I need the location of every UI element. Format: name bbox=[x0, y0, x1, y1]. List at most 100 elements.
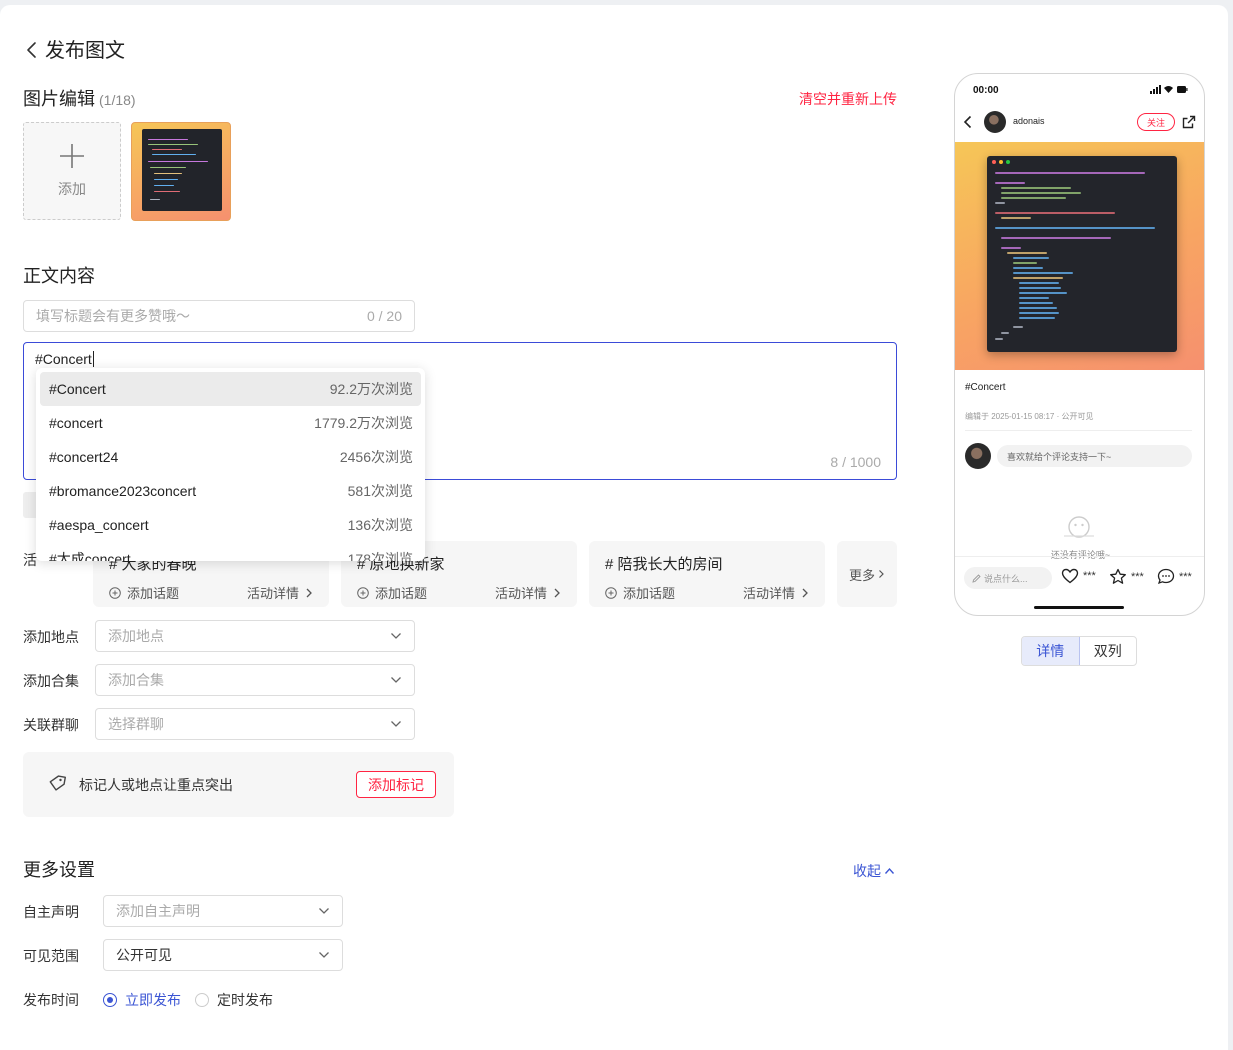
comment-prompt[interactable]: 喜欢就给个评论支持一下~ bbox=[997, 445, 1192, 467]
chevron-right-icon bbox=[879, 570, 884, 578]
add-topic-button[interactable]: 添加话题 bbox=[605, 583, 675, 602]
follow-button[interactable]: 关注 bbox=[1137, 113, 1175, 131]
publish-time-label: 发布时间 bbox=[23, 992, 79, 1008]
chevron-right-icon bbox=[802, 588, 808, 597]
radio-publish-now[interactable] bbox=[103, 993, 117, 1007]
more-settings-title: 更多设置 bbox=[23, 860, 95, 880]
title-placeholder: 填写标题会有更多赞哦～ bbox=[36, 308, 190, 324]
image-count: (1/18) bbox=[99, 92, 136, 108]
suggestion-item[interactable]: #太成concert 178次浏览 bbox=[40, 542, 421, 561]
tab-detail[interactable]: 详情 bbox=[1022, 637, 1080, 665]
preview-hashtag: #Concert bbox=[965, 382, 1006, 393]
preview-mode-toggle: 详情 双列 bbox=[1021, 636, 1137, 666]
suggestion-item[interactable]: #concert 1779.2万次浏览 bbox=[40, 406, 421, 440]
heart-icon bbox=[1061, 568, 1079, 584]
plus-circle-icon bbox=[357, 586, 369, 599]
tab-double-column[interactable]: 双列 bbox=[1080, 637, 1137, 665]
text-caret bbox=[92, 351, 94, 367]
like-action[interactable]: *** bbox=[1061, 568, 1096, 584]
mark-hint: 标记人或地点让重点突出 bbox=[79, 777, 233, 793]
add-image-label: 添加 bbox=[58, 181, 86, 197]
location-label: 添加地点 bbox=[23, 629, 79, 645]
activity-detail-link[interactable]: 活动详情 bbox=[743, 583, 809, 602]
share-icon[interactable] bbox=[1182, 115, 1196, 129]
more-activities-button[interactable]: 更多 bbox=[837, 541, 897, 607]
suggestion-item[interactable]: #Concert 92.2万次浏览 bbox=[40, 372, 421, 406]
activity-card[interactable]: # 陪我长大的房间 添加话题 活动详情 bbox=[589, 541, 825, 607]
plus-circle-icon bbox=[109, 586, 121, 599]
tag-icon bbox=[49, 775, 66, 791]
preview-meta: 编辑于 2025-01-15 08:17 · 公开可见 bbox=[965, 412, 1094, 421]
page-title: 发布图文 bbox=[45, 40, 125, 62]
chevron-right-icon bbox=[306, 588, 312, 597]
author-avatar bbox=[984, 111, 1006, 133]
chevron-down-icon bbox=[391, 633, 401, 639]
publish-time-options: 立即发布 定时发布 bbox=[103, 990, 273, 1010]
comment-action[interactable]: *** bbox=[1157, 568, 1192, 585]
group-chat-label: 关联群聊 bbox=[23, 717, 79, 733]
home-indicator bbox=[1034, 606, 1124, 609]
collapse-button[interactable]: 收起 bbox=[853, 861, 895, 881]
commenter-avatar bbox=[965, 443, 991, 469]
add-mark-button[interactable]: 添加标记 bbox=[356, 771, 436, 798]
collect-action[interactable]: *** bbox=[1109, 568, 1144, 585]
visibility-select[interactable]: 公开可见 bbox=[103, 939, 343, 971]
code-screenshot-thumb bbox=[142, 129, 222, 211]
author-username: adonais bbox=[1013, 116, 1045, 126]
title-input[interactable]: 填写标题会有更多赞哦～ 0 / 20 bbox=[23, 300, 415, 332]
empty-comments-icon bbox=[1064, 516, 1094, 538]
title-counter: 0 / 20 bbox=[366, 308, 402, 324]
back-arrow-icon[interactable] bbox=[22, 39, 44, 61]
publish-now-label[interactable]: 立即发布 bbox=[125, 990, 181, 1010]
body-text: #Concert bbox=[35, 351, 92, 367]
chevron-down-icon bbox=[319, 908, 329, 914]
collection-select[interactable]: 添加合集 bbox=[95, 664, 415, 696]
phone-preview: 00:00 adonais 关注 #Concert 编辑于 2025-01-15… bbox=[954, 73, 1205, 616]
image-thumbnail[interactable] bbox=[131, 122, 231, 221]
divider bbox=[965, 430, 1192, 431]
statement-select[interactable]: 添加自主声明 bbox=[103, 895, 343, 927]
status-icons bbox=[1150, 85, 1188, 96]
back-arrow-icon[interactable] bbox=[963, 115, 973, 129]
add-topic-button[interactable]: 添加话题 bbox=[357, 583, 427, 602]
suggestion-item[interactable]: #concert24 2456次浏览 bbox=[40, 440, 421, 474]
suggestion-item[interactable]: #aespa_concert 136次浏览 bbox=[40, 508, 421, 542]
pencil-icon bbox=[972, 573, 981, 583]
chevron-down-icon bbox=[319, 952, 329, 958]
group-chat-select[interactable]: 选择群聊 bbox=[95, 708, 415, 740]
add-image-button[interactable]: 添加 bbox=[23, 122, 121, 220]
visibility-label: 可见范围 bbox=[23, 948, 79, 964]
content-section-title: 正文内容 bbox=[23, 266, 95, 286]
chevron-up-icon bbox=[884, 867, 895, 874]
suggestion-item[interactable]: #bromance2023concert 581次浏览 bbox=[40, 474, 421, 508]
signal-wifi-battery-icon bbox=[1150, 85, 1188, 94]
code-screenshot bbox=[987, 156, 1177, 352]
add-topic-button[interactable]: 添加话题 bbox=[109, 583, 179, 602]
say-something-input[interactable]: 说点什么... bbox=[964, 567, 1052, 589]
mark-panel: 标记人或地点让重点突出 添加标记 bbox=[23, 752, 454, 817]
body-counter: 8 / 1000 bbox=[830, 454, 881, 470]
image-section-title: 图片编辑 (1/18) bbox=[23, 89, 136, 109]
chevron-down-icon bbox=[391, 721, 401, 727]
chevron-down-icon bbox=[391, 677, 401, 683]
chevron-right-icon bbox=[554, 588, 560, 597]
star-icon bbox=[1110, 568, 1126, 584]
clear-reupload-link[interactable]: 清空并重新上传 bbox=[799, 89, 897, 109]
activity-detail-link[interactable]: 活动详情 bbox=[247, 583, 313, 602]
radio-scheduled[interactable] bbox=[195, 993, 209, 1007]
comment-bubble-icon bbox=[1157, 568, 1175, 585]
preview-action-bar: 说点什么... *** *** *** bbox=[955, 556, 1204, 592]
collection-label: 添加合集 bbox=[23, 673, 79, 689]
activity-label: 活 bbox=[23, 552, 37, 568]
preview-image bbox=[955, 142, 1204, 370]
toolbar-stub bbox=[23, 492, 37, 518]
hashtag-suggestion-dropdown: #Concert 92.2万次浏览 #concert 1779.2万次浏览 #con… bbox=[36, 368, 425, 561]
activity-detail-link[interactable]: 活动详情 bbox=[495, 583, 561, 602]
location-select[interactable]: 添加地点 bbox=[95, 620, 415, 652]
plus-icon bbox=[60, 144, 84, 168]
publish-card: 发布图文 图片编辑 (1/18) 清空并重新上传 添加 正文内容 填写标题会有更多… bbox=[0, 5, 1228, 1050]
statement-label: 自主声明 bbox=[23, 904, 79, 920]
plus-circle-icon bbox=[605, 586, 617, 599]
scheduled-label[interactable]: 定时发布 bbox=[217, 990, 273, 1010]
status-time: 00:00 bbox=[973, 85, 999, 96]
